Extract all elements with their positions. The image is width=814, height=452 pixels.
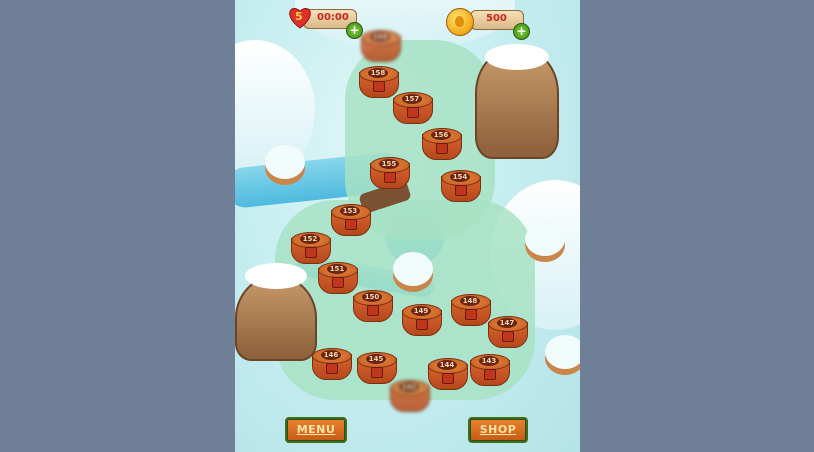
- level-stump[interactable]: 152: [291, 232, 331, 264]
- level-stump[interactable]: 158: [359, 66, 399, 98]
- snowy-tree: [525, 222, 565, 256]
- lock-icon: [442, 373, 454, 384]
- lock-icon: [384, 172, 396, 183]
- igloo-hut: [235, 263, 317, 361]
- timer-text: 00:00: [317, 12, 349, 23]
- lock-icon: [345, 219, 357, 230]
- snowy-tree: [393, 252, 433, 286]
- snowy-tree: [265, 145, 305, 179]
- level-stump[interactable]: 151: [318, 262, 358, 294]
- lock-icon: [371, 367, 383, 378]
- level-stump[interactable]: 156: [422, 128, 462, 160]
- level-stump[interactable]: 155: [370, 157, 410, 189]
- tower-hut: [475, 44, 559, 159]
- level-number: 159: [370, 32, 390, 42]
- level-number: 144: [437, 360, 457, 370]
- lock-icon: [416, 319, 428, 330]
- level-number: 155: [379, 159, 399, 169]
- snowy-tree: [545, 335, 580, 369]
- menu-button[interactable]: MENU: [285, 417, 347, 443]
- level-stump[interactable]: 150: [353, 290, 393, 322]
- level-number: 148: [460, 296, 480, 306]
- level-number: 143: [479, 356, 499, 366]
- lock-icon: [326, 363, 338, 374]
- level-stump[interactable]: 149: [402, 304, 442, 336]
- level-number: 156: [431, 130, 451, 140]
- level-number: 158: [368, 68, 388, 78]
- shop-button[interactable]: SHOP: [468, 417, 528, 443]
- lock-icon: [455, 185, 467, 196]
- add-lives-button[interactable]: +: [346, 22, 363, 39]
- level-stump[interactable]: 147: [488, 316, 528, 348]
- lock-icon: [332, 277, 344, 288]
- lock-icon: [305, 247, 317, 258]
- level-stump[interactable]: 148: [451, 294, 491, 326]
- level-stump[interactable]: 143: [470, 354, 510, 386]
- level-number: 157: [402, 94, 422, 104]
- coin-icon: [446, 8, 474, 36]
- level-stump[interactable]: 142: [390, 380, 430, 412]
- level-number: 142: [399, 382, 419, 392]
- level-stump[interactable]: 153: [331, 204, 371, 236]
- add-coins-button[interactable]: +: [513, 23, 530, 40]
- level-number: 146: [321, 350, 341, 360]
- lock-icon: [373, 81, 385, 92]
- level-stump[interactable]: 145: [357, 352, 397, 384]
- game-map: 159 158 157 156 155 154 153 152 151 150 …: [235, 0, 580, 452]
- level-number: 153: [340, 206, 360, 216]
- level-number: 152: [300, 234, 320, 244]
- level-stump[interactable]: 157: [393, 92, 433, 124]
- lock-icon: [484, 369, 496, 380]
- level-number: 145: [366, 354, 386, 364]
- lock-icon: [436, 143, 448, 154]
- level-number: 149: [411, 306, 431, 316]
- coins-count: 500: [486, 13, 507, 24]
- lives-count: 5: [295, 10, 303, 23]
- level-stump[interactable]: 146: [312, 348, 352, 380]
- level-stump[interactable]: 159: [361, 30, 401, 62]
- lock-icon: [465, 309, 477, 320]
- level-stump[interactable]: 144: [428, 358, 468, 390]
- level-number: 154: [450, 172, 470, 182]
- lock-icon: [502, 331, 514, 342]
- level-number: 147: [497, 318, 517, 328]
- lock-icon: [407, 107, 419, 118]
- level-stump[interactable]: 154: [441, 170, 481, 202]
- level-number: 151: [327, 264, 347, 274]
- level-number: 150: [362, 292, 382, 302]
- lock-icon: [367, 305, 379, 316]
